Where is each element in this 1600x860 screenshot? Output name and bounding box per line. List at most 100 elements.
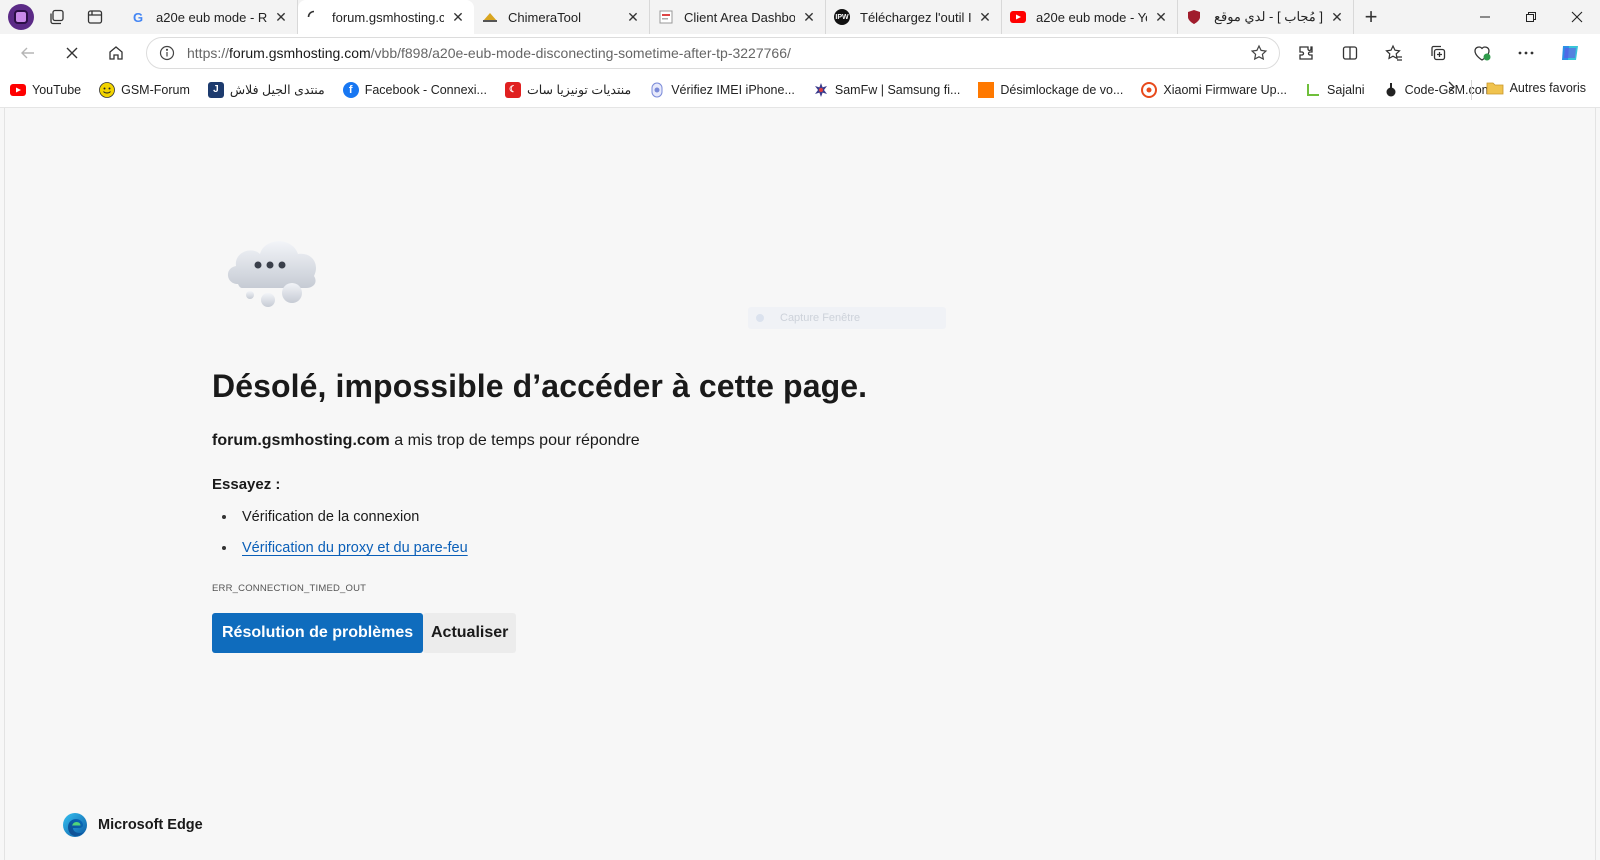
bookmark-youtube[interactable]: YouTube xyxy=(10,82,81,98)
xiaomi-icon xyxy=(1141,81,1158,98)
close-window-icon[interactable] xyxy=(1554,0,1600,34)
imei-icon xyxy=(649,82,665,98)
codegsm-icon xyxy=(1383,82,1399,98)
page-icon xyxy=(658,9,674,25)
tab-gsmhosting[interactable]: forum.gsmhosting.con ✕ xyxy=(298,0,474,34)
close-icon[interactable]: ✕ xyxy=(1153,9,1169,26)
tab-title: Téléchargez l'outil IPW xyxy=(860,9,971,25)
loading-spinner-icon xyxy=(306,9,322,25)
error-heading: Désolé, impossible d’accéder à cette pag… xyxy=(212,368,868,404)
edge-branding: Microsoft Edge xyxy=(62,812,203,838)
tab-youtube[interactable]: a20e eub mode - YouT ✕ xyxy=(1002,0,1178,34)
bookmark-jeel-flash[interactable]: J منتدى الجيل فلاش xyxy=(207,81,325,98)
bookmark-label: SamFw | Samsung fi... xyxy=(834,82,961,97)
tab-title: ChimeraTool xyxy=(508,9,581,25)
tab-title: a20e eub mode - Rech xyxy=(156,9,267,25)
tab-chimeratool[interactable]: ChimeraTool ✕ xyxy=(474,0,650,34)
suggestion-check-proxy: Vérification du proxy et du pare-feu xyxy=(222,540,468,556)
minimize-icon[interactable] xyxy=(1462,0,1508,34)
capture-window-overlay: Capture Fenêtre xyxy=(748,307,946,329)
brand-label: Microsoft Edge xyxy=(98,817,203,833)
close-icon[interactable]: ✕ xyxy=(1329,9,1345,26)
google-icon: G xyxy=(132,9,144,25)
samfw-icon xyxy=(813,82,829,98)
bookmark-label: منتديات تونيزيا سات xyxy=(526,83,632,97)
collections-icon[interactable] xyxy=(1416,37,1460,69)
address-bar[interactable]: https://forum.gsmhosting.com/vbb/f898/a2… xyxy=(146,37,1280,69)
ipw-icon: IPW xyxy=(834,9,850,25)
chimera-icon xyxy=(482,9,498,25)
smiley-icon xyxy=(99,81,116,98)
error-code: ERR_CONNECTION_TIMED_OUT xyxy=(212,583,367,594)
shield-icon xyxy=(1186,9,1202,25)
bookmark-tunisia-sat[interactable]: ☾ منتديات تونيزيا سات xyxy=(504,81,632,98)
other-favorites[interactable]: Autres favoris xyxy=(1486,81,1586,95)
close-icon[interactable]: ✕ xyxy=(625,9,641,26)
tab-ipw[interactable]: IPW Téléchargez l'outil IPW ✕ xyxy=(826,0,1002,34)
chevron-right-icon[interactable] xyxy=(1446,80,1456,99)
profile-avatar[interactable] xyxy=(8,4,34,30)
bookmark-label: Vérifiez IMEI iPhone... xyxy=(671,82,795,97)
restore-icon[interactable] xyxy=(1508,0,1554,34)
more-options-icon[interactable] xyxy=(1504,37,1548,69)
extensions-icon[interactable] xyxy=(1284,37,1328,69)
close-icon[interactable]: ✕ xyxy=(450,9,466,26)
tab-arabic-forum[interactable]: [ مُجاب ] - لدي موقع لا ✕ xyxy=(1178,0,1354,34)
refresh-button[interactable]: Actualiser xyxy=(423,613,517,653)
troubleshoot-button[interactable]: Résolution de problèmes xyxy=(212,613,424,653)
bookmark-label: Désimlockage de vo... xyxy=(1000,82,1124,97)
browser-essentials-icon[interactable] xyxy=(1460,37,1504,69)
split-screen-icon[interactable] xyxy=(1328,37,1372,69)
sajalni-icon xyxy=(1305,82,1321,98)
bookmark-orange[interactable]: Désimlockage de vo... xyxy=(978,81,1124,98)
tab-title: forum.gsmhosting.con xyxy=(332,9,444,25)
bookmark-label: Sajalni xyxy=(1327,82,1365,97)
url-text: https://forum.gsmhosting.com/vbb/f898/a2… xyxy=(187,45,791,61)
bookmark-label: GSM-Forum xyxy=(121,82,190,97)
youtube-icon xyxy=(1010,9,1026,25)
favorites-icon[interactable] xyxy=(1372,37,1416,69)
copilot-icon[interactable] xyxy=(1548,37,1592,69)
tab-title: Client Area Dashboard xyxy=(684,9,795,25)
bookmark-facebook[interactable]: f Facebook - Connexi... xyxy=(342,81,487,98)
bookmark-gsm-forum[interactable]: GSM-Forum xyxy=(99,81,190,98)
tab-actions-icon[interactable] xyxy=(78,2,112,32)
orange-icon xyxy=(978,81,995,98)
close-icon[interactable]: ✕ xyxy=(801,9,817,26)
edge-logo-icon xyxy=(63,813,87,837)
youtube-icon xyxy=(10,82,26,98)
error-message: forum.gsmhosting.com a mis trop de temps… xyxy=(212,432,640,449)
proxy-firewall-link[interactable]: Vérification du proxy et du pare-feu xyxy=(242,540,468,556)
tab-client-area[interactable]: Client Area Dashboard ✕ xyxy=(650,0,826,34)
folder-icon xyxy=(1486,81,1504,95)
bookmark-label: Facebook - Connexi... xyxy=(364,82,487,97)
bookmark-label: منتدى الجيل فلاش xyxy=(229,83,325,97)
bookmarks-divider xyxy=(1471,80,1472,100)
facebook-icon: f xyxy=(342,81,359,98)
tab-google-search[interactable]: G a20e eub mode - Rech ✕ xyxy=(122,0,298,34)
bookmark-sajalni[interactable]: Sajalni xyxy=(1305,82,1365,98)
tunisia-icon: ☾ xyxy=(504,81,521,98)
bookmark-label: YouTube xyxy=(32,82,82,97)
bookmark-xiaomi[interactable]: Xiaomi Firmware Up... xyxy=(1141,81,1288,98)
new-tab-button[interactable]: + xyxy=(1354,0,1388,34)
suggestion-check-connection: Vérification de la connexion xyxy=(222,509,419,525)
bookmark-imei[interactable]: Vérifiez IMEI iPhone... xyxy=(649,82,795,98)
bookmark-samfw[interactable]: SamFw | Samsung fi... xyxy=(813,82,961,98)
try-label: Essayez : xyxy=(212,476,281,493)
tab-title: [ مُجاب ] - لدي موقع لا xyxy=(1212,9,1323,24)
bookmark-label: Xiaomi Firmware Up... xyxy=(1163,82,1288,97)
site-info-icon[interactable] xyxy=(147,45,187,61)
stop-loading-icon[interactable] xyxy=(52,37,92,69)
cloud-icon xyxy=(227,241,317,307)
workspaces-icon[interactable] xyxy=(40,2,74,32)
bookmark-code-gsm[interactable]: Code-GsM.com xyxy=(1383,82,1492,98)
bookmarks-bar: YouTube GSM-Forum J منتدى الجيل فلاش f F… xyxy=(0,72,1600,108)
close-icon[interactable]: ✕ xyxy=(273,9,289,26)
back-arrow-icon[interactable] xyxy=(8,37,48,69)
favorite-star-icon[interactable] xyxy=(1239,44,1279,62)
other-favorites-label: Autres favoris xyxy=(1509,81,1586,95)
error-host: forum.gsmhosting.com xyxy=(212,432,390,449)
home-icon[interactable] xyxy=(96,37,136,69)
close-icon[interactable]: ✕ xyxy=(977,9,993,26)
